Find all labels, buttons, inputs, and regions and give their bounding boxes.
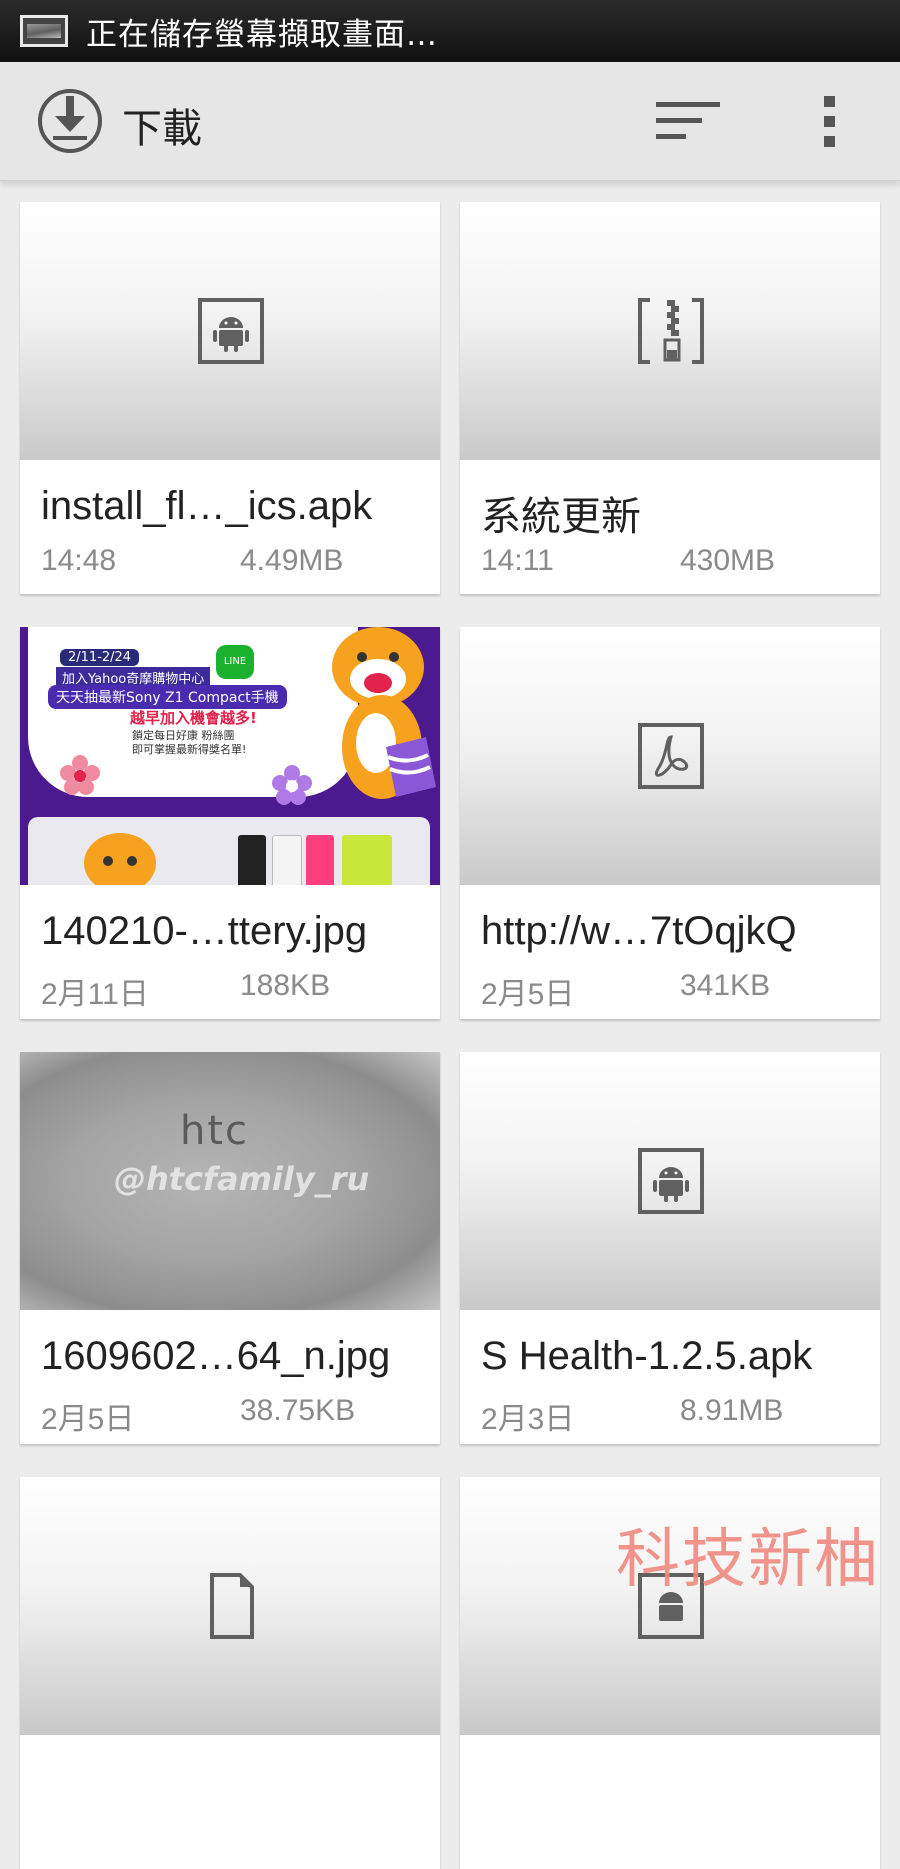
file-size: 4.49MB [240,544,344,577]
file-size: 430MB [680,544,776,577]
file-card[interactable]: 系統更新 14:11 430MB [460,202,880,594]
file-card[interactable]: http://w…7tOqjkQ 2月5日 341KB [460,627,880,1019]
android-icon [638,1148,704,1214]
image-thumbnail: 2/11-2/24 加入Yahoo奇摩購物中心 LINE 天天抽最新Sony Z… [20,627,440,885]
file-name: S Health-1.2.5.apk [481,1334,813,1378]
phone-illustration [272,835,302,885]
file-name: http://w…7tOqjkQ [481,909,797,953]
status-bar-text: 正在儲存螢幕擷取畫面… [86,16,438,53]
file-size: 188KB [240,969,331,1002]
file-date: 2月5日 [41,1403,135,1436]
file-name: 1609602…64_n.jpg [41,1334,391,1378]
phone-illustration [342,835,392,885]
tiger-face-illustration [84,833,156,885]
phone-illustration [306,835,334,885]
file-card[interactable]: install_fl…_ics.apk 14:48 4.49MB [20,202,440,594]
status-bar: 正在儲存螢幕擷取畫面… [0,0,900,62]
file-date: 14:11 [481,544,554,577]
htc-logo: htc [180,1108,250,1154]
file-size: 341KB [680,969,771,1002]
site-watermark: 科技新柚 [616,1523,880,1597]
tiger-mascot-illustration [332,627,436,799]
file-name: 系統更新 [481,495,641,539]
promo-text: 2/11-2/24 [60,649,140,666]
phone-illustration [238,835,266,885]
file-thumbnail [460,627,880,885]
file-size: 8.91MB [680,1394,784,1427]
file-name: install_fl…_ics.apk [41,484,373,528]
file-thumbnail [460,202,880,460]
flower-illustration [272,765,312,805]
file-size: 38.75KB [240,1394,356,1427]
android-icon [198,298,264,364]
file-date: 2月3日 [481,1403,575,1436]
download-icon[interactable] [37,88,103,154]
downloads-grid: install_fl…_ics.apk 14:48 4.49MB 系統更新 14… [0,180,900,1869]
file-thumbnail [460,1052,880,1310]
file-card[interactable]: 2/11-2/24 加入Yahoo奇摩購物中心 LINE 天天抽最新Sony Z… [20,627,440,1019]
screenshot-icon [20,15,68,47]
file-card[interactable]: htc @htcfamily_ru 1609602…64_n.jpg 2月5日 … [20,1052,440,1444]
promo-text: 即可掌握最新得獎名單! [132,743,247,756]
document-icon [210,1573,254,1639]
file-date: 2月5日 [481,978,575,1011]
zip-icon [638,298,704,364]
flower-illustration [60,755,100,795]
file-thumbnail [20,1477,440,1735]
file-name: 140210-…ttery.jpg [41,909,368,953]
image-thumbnail: htc @htcfamily_ru [20,1052,440,1310]
file-date: 2月11日 [41,978,149,1011]
file-thumbnail [20,202,440,460]
file-date: 14:48 [41,544,117,577]
file-card[interactable] [20,1477,440,1869]
promo-text: 天天抽最新Sony Z1 Compact手機 [48,685,287,709]
action-bar: 下載 [0,62,900,181]
photo-watermark: @htcfamily_ru [114,1160,370,1198]
pdf-icon [638,723,704,789]
page-title: 下載 [122,106,202,152]
promo-text: 越早加入機會越多! [130,709,257,727]
line-logo: LINE [216,645,254,679]
file-card[interactable]: S Health-1.2.5.apk 2月3日 8.91MB [460,1052,880,1444]
sort-icon[interactable] [656,100,720,142]
overflow-menu-icon[interactable] [818,96,842,148]
